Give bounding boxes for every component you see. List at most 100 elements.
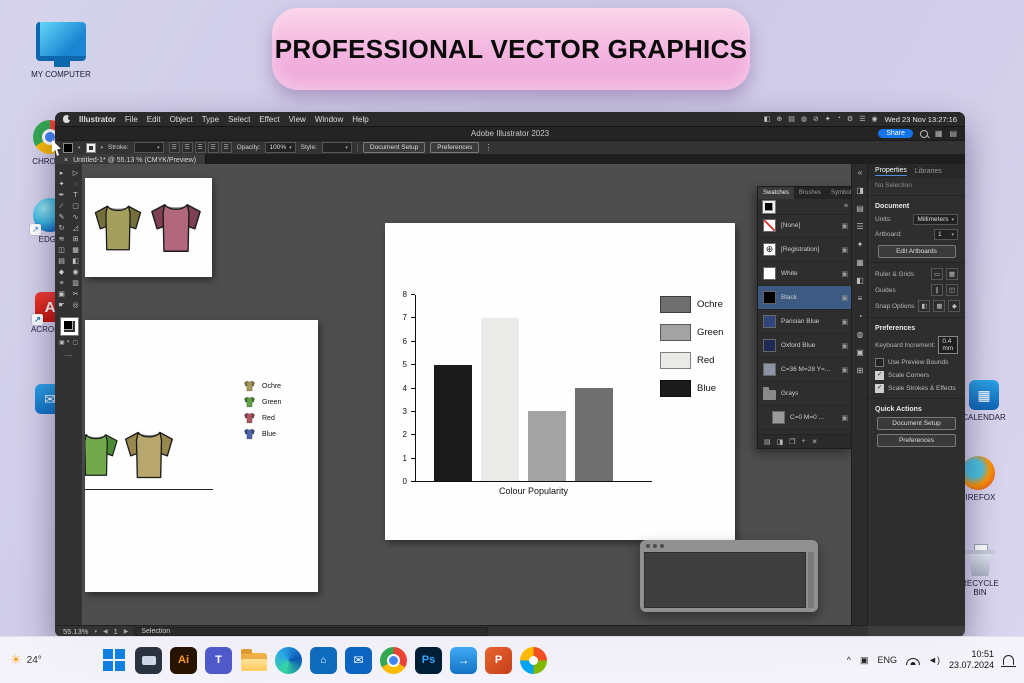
artboard-select[interactable]: 1 ▾ xyxy=(934,229,958,240)
swatch-row[interactable]: Parisian Blue ▣ xyxy=(758,310,852,334)
floating-panel-titlebar[interactable] xyxy=(640,540,818,551)
delete-swatch-icon[interactable]: ✕ xyxy=(812,438,818,446)
tool-gradient-icon[interactable]: ◧ xyxy=(70,256,81,266)
weather-widget[interactable]: ☀ 24° xyxy=(10,652,42,668)
wifi-icon[interactable] xyxy=(906,655,919,665)
search-icon[interactable] xyxy=(919,129,928,138)
align-icon[interactable]: ☰ xyxy=(194,142,206,153)
tab-libraries[interactable]: Libraries xyxy=(915,168,942,175)
swatch-row[interactable]: C=0 M=0 ... ▣ xyxy=(758,406,852,430)
document-setup-button[interactable]: Document Setup xyxy=(362,141,426,154)
tool-shape-builder-icon[interactable]: ◫ xyxy=(56,245,67,255)
fill-stroke-indicator[interactable] xyxy=(59,317,79,336)
share-button[interactable]: Share xyxy=(878,129,913,138)
keyboard-increment-field[interactable]: 0.4 mm xyxy=(938,336,958,354)
symbols-panel-icon[interactable]: ◧ xyxy=(855,275,866,286)
edit-toolbar-icon[interactable]: … xyxy=(55,349,82,358)
tab-close-icon[interactable]: × xyxy=(64,157,68,164)
stroke-swatch[interactable] xyxy=(59,317,79,336)
swatch-row[interactable]: Grays xyxy=(758,382,852,406)
tab-properties[interactable]: Properties xyxy=(875,167,907,176)
tool-eyedropper-icon[interactable]: ◆ xyxy=(56,267,67,277)
checkbox-use-preview-bounds[interactable]: Use Preview Bounds xyxy=(868,356,965,369)
menu-status-icon[interactable]: ▤ xyxy=(788,115,795,123)
floating-panel[interactable] xyxy=(640,540,818,612)
layers-panel-icon[interactable]: ⊞ xyxy=(855,365,866,376)
swatch-row[interactable]: [None] ▣ xyxy=(758,214,852,238)
swatch-row[interactable]: C=36 M=28 Y=... ▣ xyxy=(758,358,852,382)
tab-symbols[interactable]: Symbols xyxy=(826,187,852,199)
show-kinds-icon[interactable]: ◨ xyxy=(777,438,784,446)
menu-help[interactable]: Help xyxy=(352,115,368,124)
zoom-caret-icon[interactable]: ▾ xyxy=(94,629,97,635)
more-options-icon[interactable]: ⋮ xyxy=(484,143,492,152)
taskbar-illustrator-icon[interactable]: Ai xyxy=(170,646,197,674)
quick-action-document-setup[interactable]: Document Setup xyxy=(877,417,956,430)
canvas[interactable]: Ochre Green Red Blue 0 1 2 3 4 5 6 7 8 Colour Popul… xyxy=(82,164,852,626)
fill-color-well[interactable] xyxy=(63,142,73,153)
tab-swatches[interactable]: Swatches xyxy=(758,187,795,199)
collapse-dock-icon[interactable]: « xyxy=(855,167,866,178)
tool-symbol-sprayer-icon[interactable]: ≡ xyxy=(56,278,67,288)
desktop-icon-my-computer[interactable]: MY COMPUTER xyxy=(22,22,100,79)
checkbox[interactable]: ✓ xyxy=(875,371,884,380)
tool-width-icon[interactable]: ≋ xyxy=(56,234,67,244)
tool-column-graph-icon[interactable]: ▥ xyxy=(70,278,81,288)
arrange-documents-icon[interactable]: ▦ xyxy=(935,129,943,138)
artboard-number[interactable]: 1 xyxy=(114,627,118,636)
chart-artboard[interactable]: 0 1 2 3 4 5 6 7 8 Colour Popularity Ochre Green Re… xyxy=(385,223,735,540)
menu-effect[interactable]: Effect xyxy=(259,115,279,124)
ruler-icon[interactable]: ▭ xyxy=(931,268,943,280)
menu-status-icon[interactable]: ◉ xyxy=(871,115,877,123)
taskbar-outlook-icon[interactable]: ✉ xyxy=(345,646,372,674)
apple-icon[interactable] xyxy=(63,115,72,123)
menu-object[interactable]: Object xyxy=(170,115,193,124)
appearance-panel-icon[interactable]: ▣ xyxy=(855,347,866,358)
zoom-level[interactable]: 55.13% xyxy=(63,627,88,636)
tool-perspective-grid-icon[interactable]: ▦ xyxy=(70,245,81,255)
align-icon[interactable]: ☰ xyxy=(220,142,232,153)
edit-artboards-button[interactable]: Edit Artboards xyxy=(877,245,956,258)
artboard-legend[interactable]: Ochre Green Red Blue xyxy=(85,320,318,592)
mini-fill-stroke-icon[interactable] xyxy=(762,199,776,214)
taskbar-chrome-icon[interactable] xyxy=(380,646,407,674)
swatch-libraries-icon[interactable]: ▤ xyxy=(764,438,771,446)
style-select[interactable]: ▾ xyxy=(321,142,352,153)
tool-slice-icon[interactable]: ✂ xyxy=(70,289,81,299)
menu-select[interactable]: Select xyxy=(228,115,250,124)
taskbar-edge-icon[interactable] xyxy=(275,646,302,674)
tool-hand-icon[interactable]: ☛ xyxy=(56,300,67,310)
taskbar-powerpoint-icon[interactable]: P xyxy=(485,646,512,674)
tool-rectangle-icon[interactable]: ▢ xyxy=(70,201,81,211)
next-artboard-icon[interactable]: ▶ xyxy=(124,628,129,635)
tool-pen-icon[interactable]: ✒ xyxy=(56,190,67,200)
stroke-color-well[interactable] xyxy=(85,142,96,153)
stroke-caret-icon[interactable]: ▾ xyxy=(101,145,104,151)
new-color-group-icon[interactable]: ❐ xyxy=(789,438,795,446)
prev-artboard-icon[interactable]: ◀ xyxy=(103,628,108,635)
grid-icon[interactable]: ▦ xyxy=(946,268,958,280)
language-indicator[interactable]: ENG xyxy=(878,655,898,665)
opacity-select[interactable]: 100% ▾ xyxy=(265,142,296,153)
menu-status-icon[interactable]: ◔ xyxy=(837,115,841,123)
swatch-row[interactable]: Black ▣ xyxy=(758,286,852,310)
tool-type-icon[interactable]: T xyxy=(70,190,81,200)
tool-free-transform-icon[interactable]: ⊞ xyxy=(70,234,81,244)
maroon-shirt[interactable] xyxy=(145,183,207,273)
menu-file[interactable]: File xyxy=(125,115,138,124)
checkbox[interactable] xyxy=(875,358,884,367)
show-guides-icon[interactable]: ∥ xyxy=(931,284,943,296)
tool-direct-selection-icon[interactable]: ▷ xyxy=(70,168,81,178)
tan-shirt[interactable] xyxy=(119,422,179,488)
tool-paintbrush-icon[interactable]: ✎ xyxy=(56,212,67,222)
menu-status-icon[interactable]: ☰ xyxy=(859,115,865,123)
swatches-panel-icon[interactable]: ▦ xyxy=(855,257,866,268)
minimize-icon[interactable] xyxy=(653,543,657,548)
checkbox[interactable]: ✓ xyxy=(875,384,884,393)
menu-type[interactable]: Type xyxy=(202,115,219,124)
taskbar-photos-icon[interactable] xyxy=(520,646,547,674)
properties-panel-icon[interactable]: ☰ xyxy=(855,221,866,232)
tool-selection-icon[interactable]: ▸ xyxy=(56,168,67,178)
snap-pixel-icon[interactable]: ▦ xyxy=(933,300,946,312)
olive-shirt[interactable] xyxy=(89,187,147,269)
